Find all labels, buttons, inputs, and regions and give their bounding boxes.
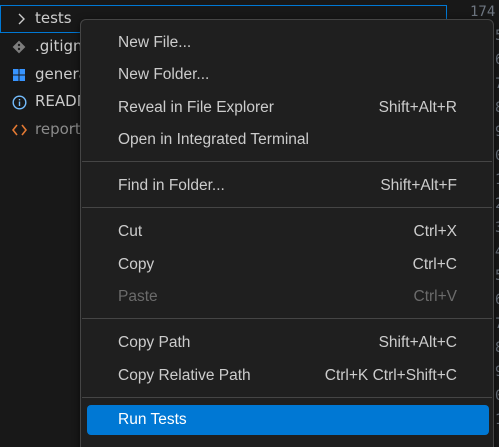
menu-item-label: Copy Path <box>118 334 191 351</box>
line-number: 6 <box>495 52 499 76</box>
menu-item-copy-path[interactable]: Copy Path Shift+Alt+C <box>87 328 489 358</box>
line-number: 9 <box>495 124 499 148</box>
explorer-context-menu: New File... New Folder... Reveal in File… <box>80 19 494 447</box>
line-number: 7 <box>495 316 499 340</box>
menu-item-label: Cut <box>118 223 143 240</box>
menu-item-find-in-folder[interactable]: Find in Folder... Shift+Alt+F <box>87 171 489 201</box>
screen: tests .gitign genera READM report 174 Ne… <box>0 0 499 447</box>
menu-item-label: Copy Relative Path <box>118 367 251 384</box>
menu-separator <box>82 397 492 398</box>
tree-item-label: tests <box>35 9 72 27</box>
line-number: 4 <box>495 244 499 268</box>
menu-item-label: Paste <box>118 288 158 305</box>
menu-item-copy-relative-path[interactable]: Copy Relative Path Ctrl+K Ctrl+Shift+C <box>87 361 489 391</box>
menu-item-label: New File... <box>118 34 192 51</box>
menu-item-label: Run Tests <box>118 411 187 428</box>
menu-separator <box>82 318 492 319</box>
menu-item-copy[interactable]: Copy Ctrl+C <box>87 250 489 280</box>
line-number: 5 <box>495 268 499 292</box>
menu-item-new-folder[interactable]: New Folder... <box>87 60 489 90</box>
menu-item-reveal-in-file-explorer[interactable]: Reveal in File Explorer Shift+Alt+R <box>87 93 489 123</box>
menu-item-shortcut: Shift+Alt+C <box>378 334 457 351</box>
line-number: 0 <box>495 148 499 172</box>
git-icon <box>11 39 27 55</box>
menu-item-new-file[interactable]: New File... <box>87 28 489 58</box>
menu-item-shortcut: Shift+Alt+F <box>380 177 457 194</box>
tree-item-label: .gitign <box>35 37 83 55</box>
tree-item-label: report <box>35 120 81 138</box>
menu-item-run-tests[interactable]: Run Tests <box>87 405 489 435</box>
line-number: 1 <box>495 412 499 436</box>
windows-icon <box>11 67 27 83</box>
menu-item-cut[interactable]: Cut Ctrl+X <box>87 217 489 247</box>
menu-item-label: New Folder... <box>118 66 210 83</box>
menu-item-label: Open in Integrated Terminal <box>118 131 309 148</box>
line-number: 5 <box>495 28 499 52</box>
line-number: 9 <box>495 364 499 388</box>
line-number: 7 <box>495 76 499 100</box>
menu-item-label: Copy <box>118 256 155 273</box>
menu-item-shortcut: Ctrl+V <box>413 288 458 305</box>
line-number: 8 <box>495 100 499 124</box>
menu-item-label: Reveal in File Explorer <box>118 99 274 116</box>
chevron-right-icon <box>14 10 28 28</box>
menu-item-shortcut: Ctrl+X <box>413 223 458 240</box>
line-number: 6 <box>495 292 499 316</box>
line-number: 0 <box>495 388 499 412</box>
menu-item-paste: Paste Ctrl+V <box>87 282 489 312</box>
menu-item-label: Find in Folder... <box>118 177 225 194</box>
line-number: 8 <box>495 340 499 364</box>
menu-item-shortcut: Ctrl+K Ctrl+Shift+C <box>324 367 457 384</box>
menu-item-shortcut: Shift+Alt+R <box>378 99 457 116</box>
info-icon <box>11 94 27 110</box>
html-icon <box>11 122 27 138</box>
line-number: 3 <box>495 220 499 244</box>
menu-separator <box>82 207 492 208</box>
line-number: 1 <box>495 172 499 196</box>
menu-item-open-in-integrated-terminal[interactable]: Open in Integrated Terminal <box>87 125 489 155</box>
line-number: 2 <box>495 196 499 220</box>
menu-item-shortcut: Ctrl+C <box>412 256 457 273</box>
menu-separator <box>82 161 492 162</box>
